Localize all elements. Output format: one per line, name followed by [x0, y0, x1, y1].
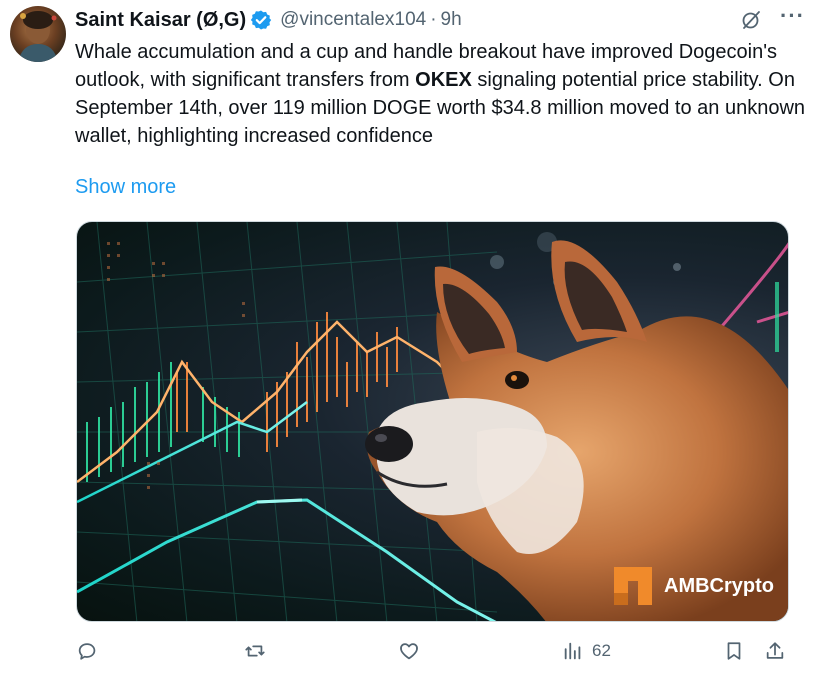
tweet-media-image[interactable]: AMBCrypto	[76, 221, 789, 622]
show-more-link[interactable]: Show more	[75, 176, 176, 199]
grok-icon[interactable]	[740, 9, 762, 31]
author-avatar[interactable]	[10, 6, 66, 62]
ambcrypto-wordmark: AMBCrypto	[664, 574, 774, 597]
retweet-icon	[245, 645, 265, 657]
share-icon	[766, 642, 784, 659]
views-count: 62	[592, 641, 611, 660]
bookmark-icon	[727, 642, 741, 660]
verified-badge-icon[interactable]	[250, 9, 272, 31]
heart-icon	[400, 643, 418, 660]
tweet-text-bold: OKEX	[415, 69, 472, 91]
share-button[interactable]	[764, 640, 786, 662]
bookmark-button[interactable]	[723, 640, 745, 662]
separator-dot: ·	[430, 9, 437, 30]
tweet-header: Saint Kaisar (Ø,G) @vincentalex104 · 9h …	[75, 5, 805, 34]
like-button[interactable]	[398, 640, 420, 662]
reply-button[interactable]	[76, 640, 98, 662]
ambcrypto-logo-icon	[614, 567, 652, 605]
tweet-action-bar: 62	[76, 640, 791, 668]
views-button[interactable]: 62	[562, 640, 611, 662]
tweet-timestamp[interactable]: 9h	[441, 9, 462, 31]
retweet-button[interactable]	[244, 640, 266, 662]
ambcrypto-watermark: AMBCrypto	[614, 567, 774, 605]
more-icon[interactable]: ···	[780, 5, 805, 27]
media-illustration	[77, 222, 788, 621]
author-name[interactable]: Saint Kaisar (Ø,G)	[75, 9, 246, 32]
analytics-icon	[564, 642, 581, 660]
author-handle[interactable]: @vincentalex104	[280, 9, 426, 31]
tweet-body: Whale accumulation and a cup and handle …	[75, 38, 805, 150]
shiba-dog	[365, 240, 788, 621]
reply-icon	[78, 643, 96, 660]
